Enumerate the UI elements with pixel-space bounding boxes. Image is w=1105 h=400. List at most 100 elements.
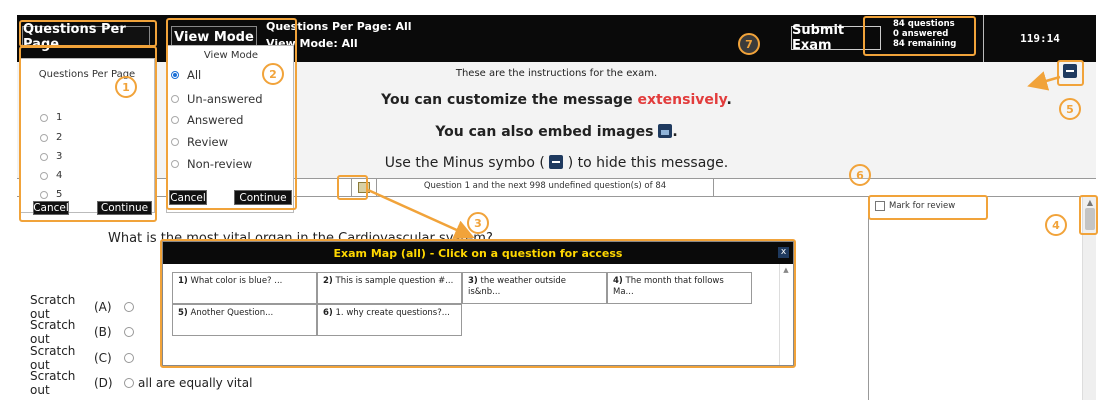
answered-count: 0 answered — [893, 29, 949, 39]
question-number: 5) — [178, 308, 188, 318]
scroll-up-arrow-icon[interactable]: ▲ — [1085, 199, 1095, 207]
question-preview: This is sample question #... — [332, 276, 454, 286]
qpp-option-3[interactable]: 3 — [40, 151, 62, 162]
question-preview: The month that follows Ma... — [613, 276, 724, 297]
qpp-option-2[interactable]: 2 — [40, 132, 62, 143]
view-mode-option-nonreview[interactable]: Non-review — [171, 157, 252, 171]
exam-timer: 119:14 — [983, 15, 1096, 62]
callout-3: 3 — [467, 212, 489, 234]
panel-title: View Mode — [203, 50, 259, 61]
callout-6: 6 — [849, 164, 871, 186]
answer-row-c: Scratch out (C) — [30, 344, 138, 372]
question-counts: 84 questions 0 answered 84 remaining — [887, 17, 982, 57]
instructions-text: . — [726, 92, 732, 108]
option-label: 4 — [56, 170, 63, 181]
exam-map-item[interactable]: 4) The month that follows Ma... — [607, 272, 752, 304]
question-number: 2) — [323, 276, 333, 286]
mark-for-review-label: Mark for review — [889, 201, 956, 211]
option-label: 1 — [56, 112, 63, 123]
scratch-out-link[interactable]: Scratch out — [30, 344, 94, 372]
question-preview: 1. why create questions?... — [332, 308, 450, 318]
qpp-option-5[interactable]: 5 — [40, 189, 62, 200]
radio-icon — [171, 160, 179, 168]
scratch-out-link[interactable]: Scratch out — [30, 369, 94, 397]
qpp-cancel-button[interactable]: Cancel — [33, 201, 69, 215]
instructions-text: . — [672, 124, 678, 140]
divider — [713, 179, 714, 196]
scroll-up-arrow-icon[interactable]: ▲ — [781, 266, 791, 274]
scroll-thumb[interactable] — [1085, 208, 1095, 230]
answer-radio[interactable] — [124, 327, 134, 337]
questions-per-page-status: Questions Per Page: All — [266, 20, 412, 33]
questions-per-page-button[interactable]: Questions Per Page — [22, 22, 150, 52]
exam-map-dialog: Exam Map (all) - Click on a question for… — [162, 241, 794, 366]
exam-map-item[interactable]: 6) 1. why create questions?... — [317, 304, 462, 336]
submit-exam-button[interactable]: Submit Exam — [791, 23, 881, 53]
view-mode-cancel-button[interactable]: Cancel — [169, 190, 207, 205]
question-preview: Another Question... — [187, 308, 274, 318]
callout-7: 7 — [738, 33, 760, 55]
question-number: 4) — [613, 276, 623, 286]
close-icon[interactable]: x — [778, 247, 789, 258]
answer-radio[interactable] — [124, 302, 134, 312]
option-label: Un-answered — [187, 92, 263, 106]
exam-map-item[interactable]: 5) Another Question... — [172, 304, 317, 336]
callout-1: 1 — [115, 76, 137, 98]
option-label: Answered — [187, 113, 244, 127]
radio-icon — [40, 171, 48, 180]
highlight-text: extensively — [637, 92, 727, 108]
callout-4: 4 — [1045, 214, 1067, 236]
qpp-option-1[interactable]: 1 — [40, 112, 62, 123]
option-label: 2 — [56, 132, 63, 143]
exam-map-button[interactable] — [351, 179, 377, 196]
answer-row-b: Scratch out (B) — [30, 318, 138, 346]
option-label: Review — [187, 135, 229, 149]
question-range-status: Question 1 and the next 998 undefined qu… — [423, 181, 667, 191]
instructions-text: You can also embed images — [435, 124, 659, 140]
qpp-option-4[interactable]: 4 — [40, 170, 62, 181]
radio-icon — [40, 113, 48, 122]
view-mode-option-unanswered[interactable]: Un-answered — [171, 92, 263, 106]
view-mode-option-answered[interactable]: Answered — [171, 113, 243, 127]
question-preview: the weather outside is&nb... — [468, 276, 567, 297]
answer-letter: (C) — [94, 351, 112, 365]
instructions-text: Use the Minus symbo ( — [384, 155, 550, 171]
scratch-out-link[interactable]: Scratch out — [30, 318, 94, 346]
answer-row-d: Scratch out (D) all are equally vital — [30, 369, 252, 397]
answer-letter: (D) — [94, 376, 113, 390]
view-mode-continue-button[interactable]: Continue — [234, 190, 292, 205]
answer-radio[interactable] — [124, 353, 134, 363]
option-label: 5 — [56, 189, 63, 200]
vertical-scrollbar[interactable]: ▲ — [1082, 197, 1096, 400]
question-preview: What color is blue? ... — [187, 276, 283, 286]
mark-for-review-checkbox[interactable]: Mark for review — [875, 201, 955, 211]
exam-map-item[interactable]: 2) This is sample question #... — [317, 272, 462, 304]
exam-map-scrollbar[interactable]: ▲ — [779, 264, 791, 365]
callout-5: 5 — [1059, 98, 1081, 120]
option-label: Non-review — [187, 157, 253, 171]
radio-icon — [40, 152, 48, 161]
question-number: 3) — [468, 276, 478, 286]
answer-letter: (A) — [94, 300, 112, 314]
hide-instructions-minus-icon[interactable] — [1063, 64, 1077, 78]
instructions-text: ) to hide this message. — [563, 155, 729, 171]
view-mode-option-all[interactable]: All — [171, 68, 201, 82]
answer-letter: (B) — [94, 325, 112, 339]
exam-map-item[interactable]: 3) the weather outside is&nb... — [462, 272, 607, 304]
map-icon — [358, 182, 370, 193]
answer-text: all are equally vital — [138, 376, 253, 390]
qpp-continue-button[interactable]: Continue — [97, 201, 152, 215]
questions-count: 84 questions — [893, 19, 955, 29]
answer-row-a: Scratch out (A) — [30, 293, 138, 321]
exam-map-title: Exam Map (all) - Click on a question for… — [163, 242, 793, 264]
radio-icon — [171, 138, 179, 146]
radio-icon — [171, 116, 179, 124]
question-number: 6) — [323, 308, 333, 318]
option-label: 3 — [56, 151, 63, 162]
view-mode-option-review[interactable]: Review — [171, 135, 228, 149]
exam-map-item[interactable]: 1) What color is blue? ... — [172, 272, 317, 304]
radio-selected-icon — [171, 71, 179, 79]
answer-radio[interactable] — [124, 378, 134, 388]
scratch-out-link[interactable]: Scratch out — [30, 293, 94, 321]
minus-icon — [549, 155, 564, 169]
